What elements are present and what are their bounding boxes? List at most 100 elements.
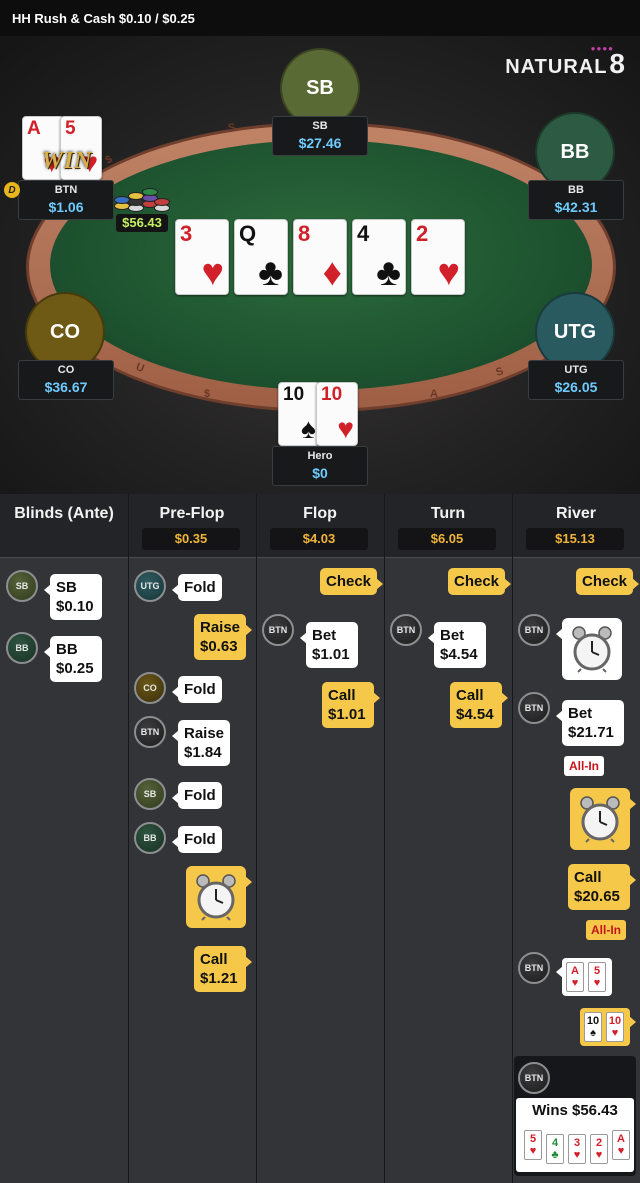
winner-details: Wins $56.43 5 ♥ 4 ♣ 3 ♥ 2 ♥ A ♥ xyxy=(516,1098,634,1172)
action-bubble: Fold xyxy=(172,676,222,703)
winner-panel: BTN Wins $56.43 5 ♥ 4 ♣ 3 ♥ 2 ♥ A ♥ xyxy=(514,1056,636,1176)
seat-utg-nameplate: UTG $26.05 xyxy=(528,360,624,400)
winner-text: Wins $56.43 xyxy=(532,1102,618,1119)
player-stack: $42.31 xyxy=(554,199,598,215)
mini-card: A ♥ xyxy=(612,1130,630,1160)
action-bubble: Raise $1.84 xyxy=(172,720,230,766)
pot-amount: $56.43 xyxy=(116,214,168,232)
player-name: Hero xyxy=(307,450,333,462)
column-divider xyxy=(384,494,385,1183)
action-bubble: Fold xyxy=(172,574,222,601)
mini-card: 3 ♥ xyxy=(568,1134,586,1164)
player-stack: $27.46 xyxy=(298,135,342,151)
player-stack: $1.06 xyxy=(48,199,84,215)
position-chip-btn: BTN xyxy=(262,614,294,646)
seat-co-nameplate: CO $36.67 xyxy=(18,360,114,400)
hero-action-bubble: Check xyxy=(320,568,384,595)
column-header-river: River $15.13 xyxy=(512,494,640,558)
player-stack: $0 xyxy=(312,465,328,481)
position-chip-bb: BB xyxy=(134,822,166,854)
position-chip-utg: UTG xyxy=(134,570,166,602)
hero-action-bubble: Check xyxy=(448,568,512,595)
column-header-blinds: Blinds (Ante) xyxy=(0,494,128,558)
position-chip-btn: BTN xyxy=(518,692,550,724)
position-chip-sb: SB xyxy=(6,570,38,602)
alarm-clock-icon xyxy=(570,788,636,850)
position-chip-sb: SB xyxy=(134,778,166,810)
player-name: BTN xyxy=(54,184,78,196)
action-bubble: Fold xyxy=(172,782,222,809)
hand-history-screen: HH Rush & Cash $0.10 / $0.25 NATURAL8 ●●… xyxy=(0,0,640,1183)
mini-card: 2 ♥ xyxy=(590,1134,608,1164)
player-stack: $36.67 xyxy=(44,379,88,395)
mini-card: A ♥ xyxy=(566,962,584,992)
column-header-flop: Flop $4.03 xyxy=(256,494,384,558)
position-chip-co: CO xyxy=(134,672,166,704)
column-divider xyxy=(256,494,257,1183)
action-bubble: SB $0.10 xyxy=(44,574,102,620)
hero-action-bubble: Check xyxy=(576,568,640,595)
mini-card: 4 ♣ xyxy=(546,1134,564,1164)
action-bubble: BB $0.25 xyxy=(44,636,102,682)
player-name: CO xyxy=(57,364,75,376)
header-bar: HH Rush & Cash $0.10 / $0.25 xyxy=(0,0,640,36)
hero-hole-card: 10 ♥ xyxy=(316,382,358,446)
action-bubble: Bet $1.01 xyxy=(300,622,358,668)
hand-title: HH Rush & Cash $0.10 / $0.25 xyxy=(12,10,195,26)
all-in-badge: All-In xyxy=(586,920,626,940)
alarm-clock-icon xyxy=(186,866,252,928)
action-bubble: Fold xyxy=(172,826,222,853)
board-card: 4 ♣ xyxy=(352,219,406,295)
rail-letter: A xyxy=(430,388,438,400)
mini-card: 10 ♠ xyxy=(584,1012,602,1042)
board-card: 8 ♦ xyxy=(293,219,347,295)
player-name: UTG xyxy=(564,364,588,376)
mini-card: 5 ♥ xyxy=(524,1130,542,1160)
alarm-clock-icon xyxy=(556,618,622,680)
action-timeline: Blinds (Ante) Pre-Flop $0.35 Flop $4.03 … xyxy=(0,494,640,1183)
chip-stack-icon xyxy=(112,184,172,214)
street-pot: $4.03 xyxy=(270,528,368,550)
win-badge: WIN xyxy=(41,148,93,174)
hero-action-bubble: Call $4.54 xyxy=(450,682,508,728)
board-card: 2 ♥ xyxy=(411,219,465,295)
column-divider xyxy=(512,494,513,1183)
street-pot: $6.05 xyxy=(398,528,496,550)
mini-card: 10 ♥ xyxy=(606,1012,624,1042)
column-divider xyxy=(128,494,129,1183)
seat-sb-nameplate: SB $27.46 xyxy=(272,116,368,156)
column-header-preflop: Pre-Flop $0.35 xyxy=(128,494,256,558)
rail-letter: $ xyxy=(204,388,211,400)
player-name: SB xyxy=(312,120,328,132)
position-chip-btn: BTN xyxy=(518,614,550,646)
board-card: Q ♣ xyxy=(234,219,288,295)
hero-action-bubble: Call $1.01 xyxy=(322,682,380,728)
rail-letter: S xyxy=(227,121,237,135)
dealer-button-icon: D xyxy=(4,182,20,198)
column-header-turn: Turn $6.05 xyxy=(384,494,512,558)
action-bubble: Bet $4.54 xyxy=(428,622,486,668)
street-pot: $0.35 xyxy=(142,528,240,550)
position-chip-btn: BTN xyxy=(390,614,422,646)
player-stack: $26.05 xyxy=(554,379,598,395)
position-chip-bb: BB xyxy=(6,632,38,664)
brand-logo: NATURAL8 ●●●● xyxy=(505,44,626,79)
all-in-badge: All-In xyxy=(564,756,604,776)
hero-action-bubble: Call $1.21 xyxy=(194,946,252,992)
seat-btn-nameplate: BTN $1.06 xyxy=(18,180,114,220)
position-chip-btn: BTN xyxy=(518,952,550,984)
hero-action-bubble: Raise $0.63 xyxy=(194,614,252,660)
action-bubble: Bet $21.71 xyxy=(556,700,624,746)
seat-hero-nameplate: Hero $0 xyxy=(272,446,368,486)
street-pot: $15.13 xyxy=(526,528,624,550)
hero-action-bubble: Call $20.65 xyxy=(568,864,636,910)
shown-cards-hero: 10 ♠ 10 ♥ xyxy=(580,1008,636,1046)
position-chip-btn: BTN xyxy=(134,716,166,748)
seat-bb-nameplate: BB $42.31 xyxy=(528,180,624,220)
board-card: 3 ♥ xyxy=(175,219,229,295)
shown-cards-btn: A ♥ 5 ♥ xyxy=(556,958,612,996)
position-chip-btn: BTN xyxy=(518,1062,550,1094)
player-name: BB xyxy=(568,184,584,196)
mini-card: 5 ♥ xyxy=(588,962,606,992)
hero-hole-card: 10 ♠ xyxy=(278,382,320,446)
